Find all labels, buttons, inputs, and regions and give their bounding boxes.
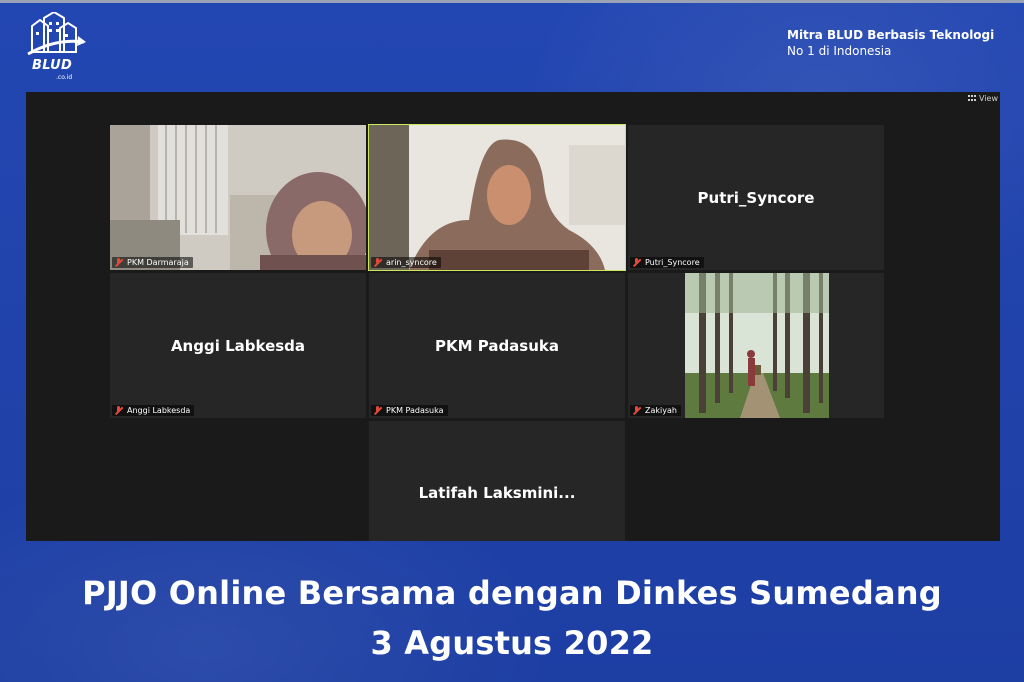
participant-label: PKM Padasuka <box>371 405 448 416</box>
top-border <box>0 0 1024 3</box>
participant-display-name: Anggi Labkesda <box>170 336 306 355</box>
muted-mic-icon <box>632 258 641 267</box>
participant-name: PKM Padasuka <box>386 406 444 415</box>
participant-tile[interactable]: Zakiyah <box>628 273 884 418</box>
participant-name: PKM Darmaraja <box>127 258 189 267</box>
meeting-window: View PKM Darmaraja arin_syncore Putri_Sy… <box>26 92 1000 541</box>
participant-tile[interactable]: Anggi Labkesda Anggi Labkesda <box>110 273 366 418</box>
participant-tile[interactable]: PKM Padasuka PKM Padasuka <box>369 273 625 418</box>
view-label: View <box>979 93 998 103</box>
muted-mic-icon <box>114 258 123 267</box>
participant-name: Zakiyah <box>645 406 677 415</box>
participant-label: Putri_Syncore <box>630 257 704 268</box>
participant-video <box>369 125 625 270</box>
participant-label: PKM Darmaraja <box>112 257 193 268</box>
participant-name: Putri_Syncore <box>645 258 700 267</box>
blud-logo: BLUD .co.id <box>26 12 88 82</box>
logo-text: BLUD <box>32 58 73 73</box>
participant-display-name: Putri_Syncore <box>697 188 815 207</box>
tagline-title: Mitra BLUD Berbasis Teknologi <box>787 28 995 42</box>
muted-mic-icon <box>373 258 382 267</box>
building-icon <box>27 12 86 56</box>
muted-mic-icon <box>373 406 382 415</box>
muted-mic-icon <box>632 406 641 415</box>
tagline: Mitra BLUD Berbasis Teknologi No 1 di In… <box>787 27 994 59</box>
logo-domain: .co.id <box>56 74 73 81</box>
participant-video <box>685 273 829 418</box>
participant-name: Anggi Labkesda <box>127 406 191 415</box>
participant-tile[interactable]: Putri_Syncore Putri_Syncore <box>628 125 884 270</box>
muted-mic-icon <box>114 406 123 415</box>
tagline-subtitle: No 1 di Indonesia <box>787 44 892 58</box>
participant-tile[interactable]: Latifah Laksmini... <box>369 421 625 541</box>
participant-display-name: Latifah Laksmini... <box>418 484 576 502</box>
participant-label: Anggi Labkesda <box>112 405 195 416</box>
event-date: 3 Agustus 2022 <box>370 624 654 662</box>
participant-tile-active[interactable]: arin_syncore <box>368 124 626 271</box>
event-title: PJJO Online Bersama dengan Dinkes Sumeda… <box>82 574 942 612</box>
view-button[interactable]: View <box>968 92 1000 104</box>
gallery-view-icon <box>968 94 977 102</box>
participant-tile[interactable]: PKM Darmaraja <box>110 125 366 270</box>
participant-label: arin_syncore <box>371 257 441 268</box>
participant-video <box>110 125 366 270</box>
participant-display-name: PKM Padasuka <box>434 336 560 355</box>
participant-label: Zakiyah <box>630 405 681 416</box>
participant-name: arin_syncore <box>386 258 437 267</box>
